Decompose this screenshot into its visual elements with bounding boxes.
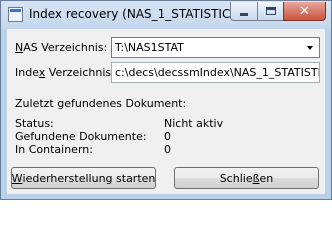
dropdown-button[interactable] — [302, 39, 318, 56]
nas-directory-label: NAS Verzeichnis: — [15, 41, 108, 54]
nas-directory-select[interactable]: T:\NAS1STAT — [111, 37, 320, 58]
title-bar[interactable]: Index recovery (NAS_1_STATISTIC) ✕ — [1, 1, 331, 29]
index-directory-label: Index Verzeichnis: — [15, 66, 115, 79]
maximize-button[interactable] — [257, 2, 283, 21]
status-label: Status: — [15, 117, 54, 130]
nas-directory-value: T:\NAS1STAT — [115, 41, 184, 54]
index-directory-value: c:\decs\decssmIndex\NAS_1_STATISTIC — [115, 66, 320, 79]
index-directory-field[interactable]: c:\decs\decssmIndex\NAS_1_STATISTIC — [111, 62, 320, 83]
app-window-icon — [8, 7, 23, 22]
close-button[interactable]: Schlie ß en — [174, 167, 319, 189]
dialog-content: NAS Verzeichnis: T:\NAS1STAT Index Verze… — [7, 29, 325, 194]
chevron-down-icon — [307, 45, 313, 50]
start-recovery-button[interactable]: Wiederherstellung starten — [11, 167, 156, 189]
last-found-document-label: Zuletzt gefundenes Dokument: — [15, 97, 187, 110]
maximize-icon — [265, 7, 276, 15]
status-value: Nicht aktiv — [164, 117, 224, 130]
window-title: Index recovery (NAS_1_STATISTIC) — [29, 7, 236, 21]
dialog-window: Index recovery (NAS_1_STATISTIC) ✕ NAS V… — [0, 0, 332, 200]
in-containers-value: 0 — [164, 143, 171, 156]
found-documents-label: Gefundene Dokumente: — [15, 130, 147, 143]
close-icon: ✕ — [299, 3, 310, 19]
close-window-button[interactable]: ✕ — [283, 2, 326, 21]
found-documents-value: 0 — [164, 130, 171, 143]
minimize-icon — [240, 12, 248, 16]
in-containers-label: In Containern: — [15, 143, 93, 156]
minimize-button[interactable] — [230, 2, 257, 21]
